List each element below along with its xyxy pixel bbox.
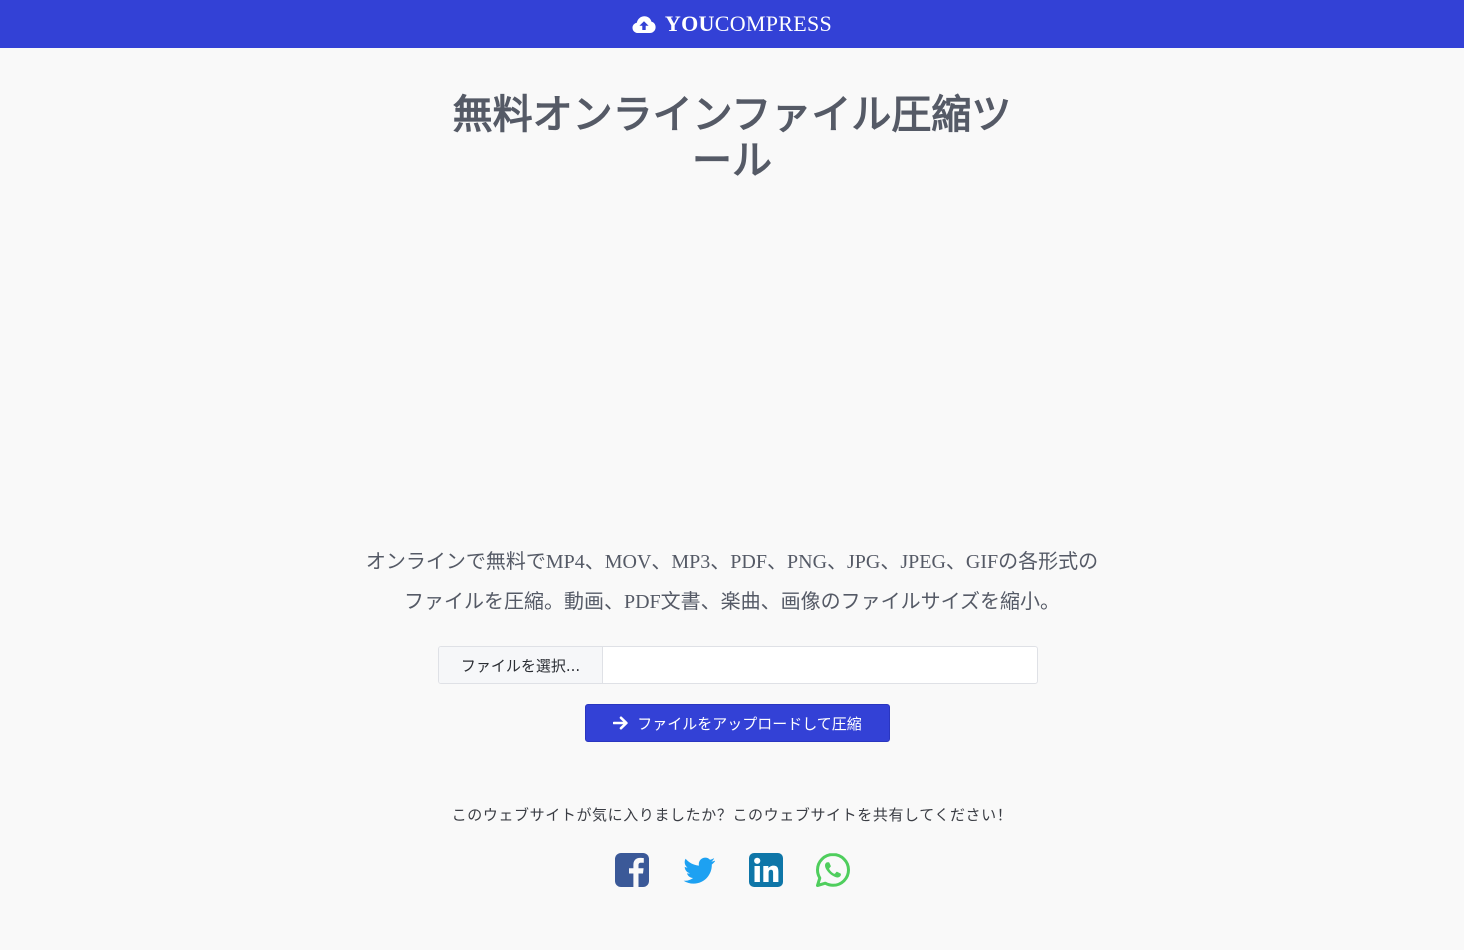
linkedin-icon [749,853,783,887]
facebook-share-link[interactable] [614,852,650,888]
page-description: オンラインで無料でMP4、MOV、MP3、PDF、PNG、JPG、JPEG、GI… [365,551,1099,613]
twitter-share-link[interactable] [681,852,717,888]
brand-name-rest: COMPRESS [714,11,833,36]
page-title: 無料オンラインファイル圧縮ツール [452,92,1012,184]
cloud-upload-icon [632,15,656,34]
top-bar: YOUCOMPRESS [0,0,1464,48]
facebook-icon [615,853,649,888]
choose-file-button[interactable]: ファイルを選択... [439,647,603,683]
whatsapp-share-link[interactable] [815,852,851,888]
ad-space [440,210,1024,520]
brand-logo-link[interactable]: YOUCOMPRESS [632,13,832,35]
brand-name-bold: YOU [664,11,715,36]
linkedin-share-link[interactable] [748,852,784,888]
file-input[interactable]: ファイルを選択... [438,646,1038,684]
upload-compress-label: ファイルをアップロードして圧縮 [637,715,862,733]
upload-compress-button[interactable]: ファイルをアップロードして圧縮 [585,704,890,742]
social-share-links [614,852,864,892]
twitter-icon [683,857,715,884]
share-prompt: このウェブサイトが気に入りましたか？このウェブサイトを共有してください！ [451,806,1013,824]
selected-file-name [603,647,1037,683]
whatsapp-icon [816,853,850,887]
arrow-right-icon [613,716,629,730]
